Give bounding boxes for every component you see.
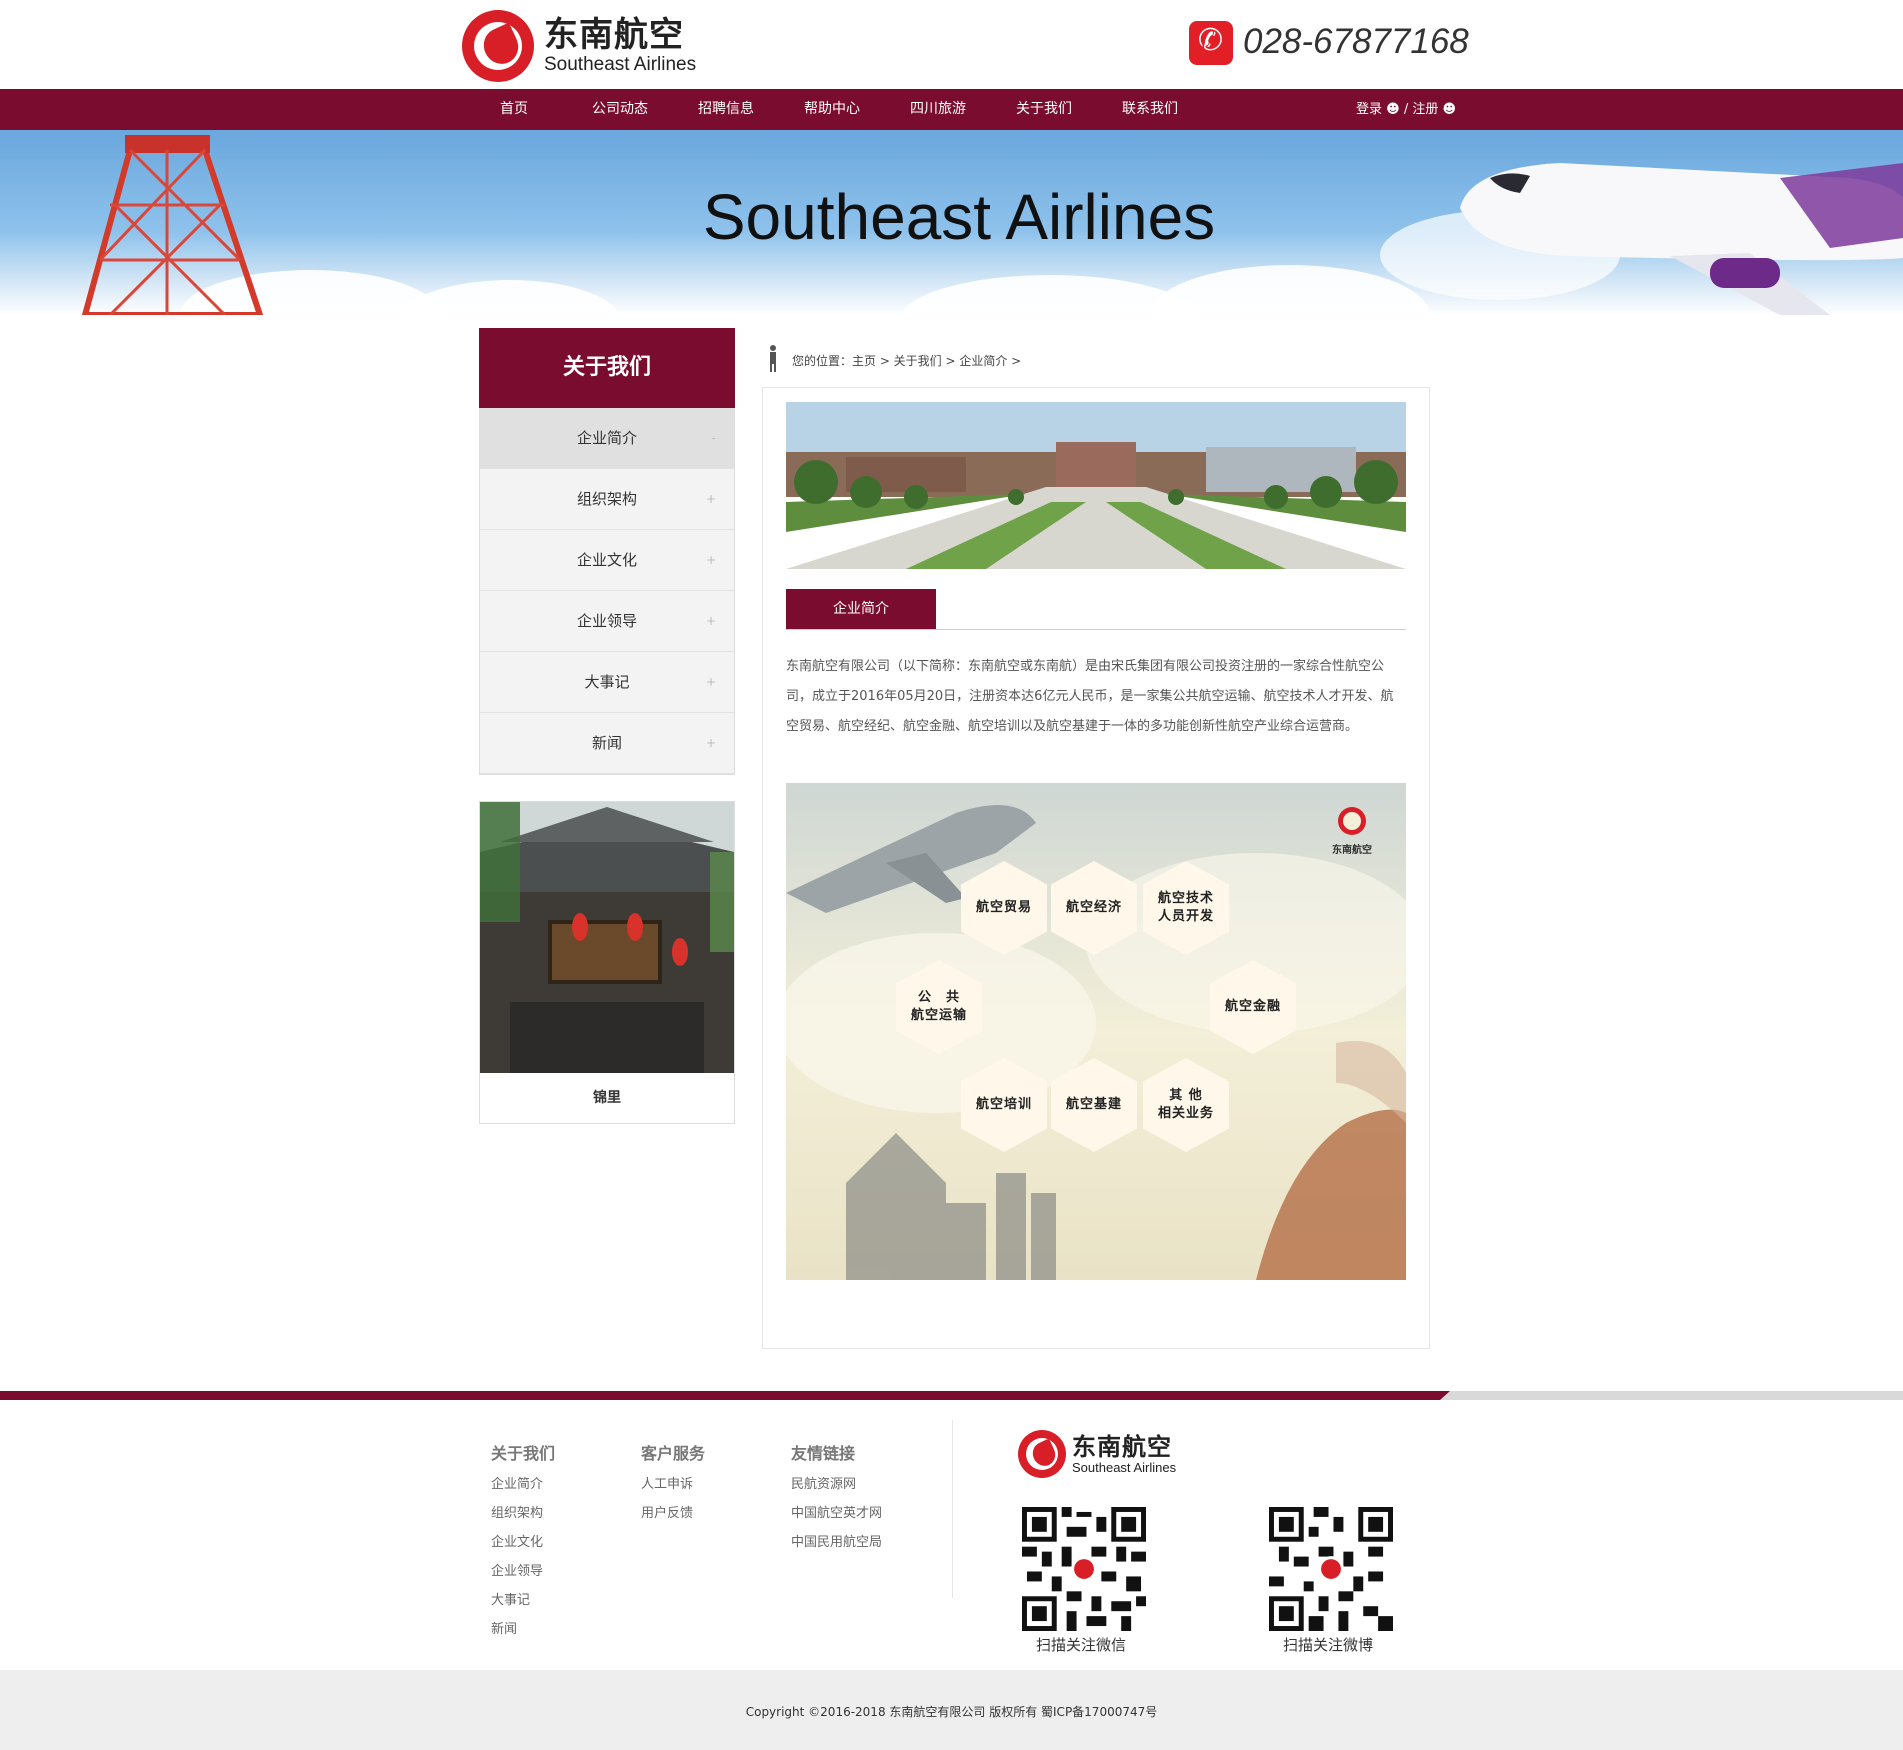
campus-photo xyxy=(786,402,1406,569)
expand-icon: + xyxy=(705,736,716,750)
phone-number: 028-67877168 xyxy=(1243,22,1469,61)
wechat-qr-caption: 扫描关注微信 xyxy=(1036,1636,1127,1654)
wechat-qr-code xyxy=(1022,1507,1146,1631)
footer-link[interactable]: 新闻 xyxy=(491,1615,555,1644)
footer-link[interactable]: 企业文化 xyxy=(491,1528,555,1557)
nav-recruitment[interactable]: 招聘信息 xyxy=(697,89,755,130)
account-separator: / xyxy=(1403,102,1409,117)
phone-icon xyxy=(1189,21,1233,65)
expand-icon: + xyxy=(705,614,716,628)
footer-accent-bar-grey xyxy=(1440,1391,1903,1400)
sidebar-item-organization[interactable]: 组织架构 + xyxy=(480,469,734,530)
sidebar-feature-card[interactable]: 锦里 xyxy=(479,801,735,1124)
sidebar-menu: 企业简介 - 组织架构 + 企业文化 + 企业领导 + 大事记 + 新闻 + xyxy=(479,408,735,775)
nav-company-news[interactable]: 公司动态 xyxy=(591,89,649,130)
sidebar-item-label: 企业简介 xyxy=(576,429,637,447)
sidebar-item-label: 新闻 xyxy=(591,734,622,752)
footer-column-title: 友情链接 xyxy=(791,1444,856,1463)
footer-column-about: 关于我们 企业简介 组织架构 企业文化 企业领导 大事记 新闻 xyxy=(491,1440,555,1644)
location-person-icon xyxy=(770,345,776,372)
tab-company-profile[interactable]: 企业简介 xyxy=(786,589,936,629)
sidebar-item-culture[interactable]: 企业文化 + xyxy=(480,530,734,591)
nav-sichuan-travel[interactable]: 四川旅游 xyxy=(909,89,967,130)
user-add-icon: ☻ xyxy=(1442,102,1457,117)
footer-column-service: 客户服务 人工申诉 用户反馈 xyxy=(641,1440,705,1528)
footer-link[interactable]: 人工申诉 xyxy=(641,1470,705,1499)
user-icon: ☻ xyxy=(1386,102,1400,117)
logo-name-en: Southeast Airlines xyxy=(1072,1459,1177,1475)
expand-icon: + xyxy=(705,675,716,689)
logo-name-cn: 东南航空 xyxy=(544,15,684,55)
sidebar-item-milestones[interactable]: 大事记 + xyxy=(480,652,734,713)
nav-home[interactable]: 首页 xyxy=(494,89,534,130)
sidebar-item-news[interactable]: 新闻 + xyxy=(480,713,734,774)
nav-help-center[interactable]: 帮助中心 xyxy=(803,89,861,130)
banner-title: Southeast Airlines xyxy=(702,181,1216,253)
main-nav: 首页 公司动态 招聘信息 帮助中心 四川旅游 关于我们 联系我们 登录 ☻ / … xyxy=(0,89,1903,130)
footer-link[interactable]: 大事记 xyxy=(491,1586,555,1615)
sidebar-item-label: 企业领导 xyxy=(576,612,637,630)
register-link[interactable]: 注册 xyxy=(1412,102,1438,117)
footer-link[interactable]: 组织架构 xyxy=(491,1499,555,1528)
logo-phoenix-icon xyxy=(462,10,534,82)
footer-column-links: 友情链接 民航资源网 中国航空英才网 中国民用航空局 xyxy=(791,1440,882,1557)
sidebar-item-label: 组织架构 xyxy=(576,490,637,508)
collapse-icon: - xyxy=(711,431,716,445)
footer-link[interactable]: 企业简介 xyxy=(491,1470,555,1499)
weibo-qr-caption: 扫描关注微博 xyxy=(1283,1636,1374,1654)
footer-link[interactable]: 中国民用航空局 xyxy=(791,1528,882,1557)
company-intro-text: 东南航空有限公司（以下简称：东南航空或东南航）是由宋氏集团有限公司投资注册的一家… xyxy=(786,659,1394,734)
login-link[interactable]: 登录 xyxy=(1356,102,1382,117)
copyright-bar: Copyright ©2016-2018 东南航空有限公司 版权所有 蜀ICP备… xyxy=(0,1670,1903,1750)
footer-link[interactable]: 中国航空英才网 xyxy=(791,1499,882,1528)
sidebar-item-label: 大事记 xyxy=(584,673,630,691)
business-diagram: 东南航空 航空贸易 航空经济 航空技术 人员开发 公 共 航空运输 航空金融 航… xyxy=(786,783,1406,1280)
svg-text:东南航空: 东南航空 xyxy=(1332,843,1372,856)
tab-divider xyxy=(786,629,1406,630)
account-links: 登录 ☻ / 注册 ☻ xyxy=(1356,89,1456,130)
footer-link[interactable]: 用户反馈 xyxy=(641,1499,705,1528)
footer-link[interactable]: 企业领导 xyxy=(491,1557,555,1586)
nav-about-us[interactable]: 关于我们 xyxy=(1015,89,1073,130)
copyright-text: Copyright ©2016-2018 东南航空有限公司 版权所有 蜀ICP备… xyxy=(745,1705,1158,1719)
footer-logo: 东南航空 Southeast Airlines xyxy=(1018,1430,1176,1478)
footer-divider xyxy=(952,1420,953,1598)
breadcrumb: 您的位置：主页 > 关于我们 > 企业简介 > xyxy=(792,354,1022,368)
sidebar-item-company-profile[interactable]: 企业简介 - xyxy=(480,408,734,469)
footer-link[interactable]: 民航资源网 xyxy=(791,1470,882,1499)
footer-column-title: 客户服务 xyxy=(641,1444,706,1463)
expand-icon: + xyxy=(705,492,716,506)
weibo-qr-code xyxy=(1269,1507,1393,1631)
logo-name-en: Southeast Airlines xyxy=(544,54,697,75)
banner: Southeast Airlines xyxy=(0,130,1903,315)
logo-phoenix-icon xyxy=(1018,1430,1066,1478)
nav-contact-us[interactable]: 联系我们 xyxy=(1121,89,1179,130)
expand-icon: + xyxy=(705,553,716,567)
jinli-gate-photo xyxy=(480,802,734,1073)
feature-card-caption: 锦里 xyxy=(593,1090,621,1106)
site-logo[interactable]: 东南航空 Southeast Airlines xyxy=(462,10,722,82)
logo-name-cn: 东南航空 xyxy=(1072,1432,1172,1461)
sidebar-title: 关于我们 xyxy=(479,328,735,408)
sidebar-item-label: 企业文化 xyxy=(576,551,637,569)
sidebar-item-leadership[interactable]: 企业领导 + xyxy=(480,591,734,652)
footer-column-title: 关于我们 xyxy=(491,1444,556,1463)
